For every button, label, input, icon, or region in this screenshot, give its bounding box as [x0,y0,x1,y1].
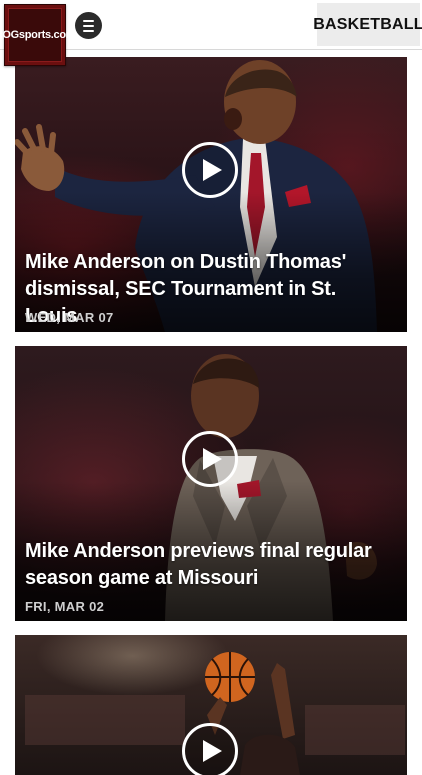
video-title[interactable]: Mike Anderson previews final regular sea… [25,538,393,592]
logo-badge: HOGsports.com [0,8,76,62]
site-logo[interactable]: HOGsports.com [0,4,76,66]
video-card[interactable] [15,635,407,775]
play-icon [203,448,222,470]
section-label: BASKETBALL [313,15,422,33]
play-button[interactable] [182,142,238,198]
video-card[interactable]: Mike Anderson on Dustin Thomas' dismissa… [15,57,407,332]
play-icon [203,740,222,762]
video-feed: Mike Anderson on Dustin Thomas' dismissa… [15,57,407,775]
play-button[interactable] [182,723,238,775]
video-date: FRI, MAR 02 [25,599,105,614]
play-icon [203,159,222,181]
section-selector-button[interactable]: BASKETBALL [313,3,422,46]
video-date: WED, MAR 07 [25,310,114,325]
logo-text: HOGsports.com [0,29,76,41]
hamburger-icon-bar [83,24,94,27]
menu-button[interactable] [75,12,102,39]
hamburger-icon [83,19,94,22]
video-card[interactable]: Mike Anderson previews final regular sea… [15,346,407,621]
play-button[interactable] [182,431,238,487]
hamburger-icon-bar [83,29,94,32]
